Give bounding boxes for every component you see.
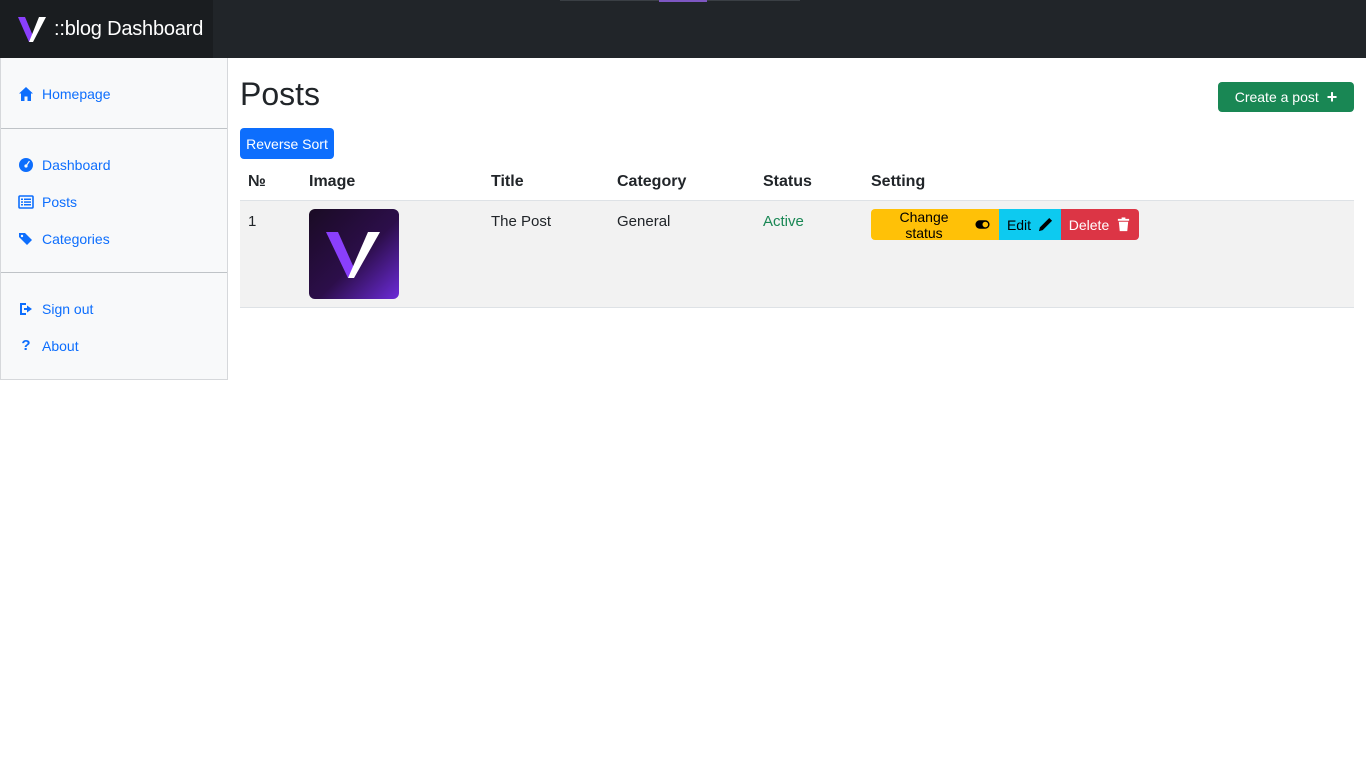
delete-label: Delete (1068, 216, 1110, 233)
reverse-sort-button[interactable]: Reverse Sort (240, 128, 334, 159)
trash-icon (1116, 217, 1131, 232)
sidebar: Homepage Dashboard Posts Categories Sign… (0, 58, 228, 380)
sidebar-item-label: About (42, 337, 79, 354)
sidebar-item-dashboard[interactable]: Dashboard (17, 146, 211, 183)
tags-icon (17, 230, 35, 248)
post-title: The Post (483, 200, 609, 308)
sidebar-item-posts[interactable]: Posts (17, 183, 211, 220)
create-post-button[interactable]: Create a post + (1218, 82, 1354, 112)
post-actions: Change status Edit Delete (863, 200, 1354, 308)
list-icon (17, 193, 35, 211)
status-badge: Active (763, 212, 804, 230)
edit-label: Edit (1006, 216, 1032, 233)
post-status: Active (755, 200, 863, 308)
sidebar-group-home: Homepage (1, 58, 227, 128)
sidebar-item-label: Categories (42, 230, 110, 247)
change-status-button[interactable]: Change status (871, 208, 999, 241)
question-icon: ? (21, 337, 31, 354)
post-number: 1 (240, 200, 301, 308)
sidebar-item-label: Homepage (42, 86, 111, 102)
sidebar-item-label: Sign out (42, 300, 94, 317)
sidebar-item-homepage[interactable]: Homepage (17, 75, 211, 113)
gauge-icon (17, 156, 35, 174)
column-header-title: Title (483, 164, 609, 201)
column-header-category: Category (609, 164, 755, 201)
posts-table: № Image Title Category Status Setting 1 (240, 164, 1354, 308)
delete-button[interactable]: Delete (1061, 209, 1139, 240)
brand[interactable]: ::blog Dashboard (0, 0, 213, 58)
edit-button[interactable]: Edit (999, 209, 1061, 240)
brand-title: ::blog Dashboard (54, 17, 204, 40)
post-thumbnail (309, 208, 399, 299)
plus-icon: + (1326, 87, 1338, 107)
post-category: General (609, 200, 755, 308)
action-button-group: Change status Edit Delete (871, 208, 1139, 241)
create-post-label: Create a post (1234, 89, 1319, 105)
page-title: Posts (240, 76, 321, 112)
table-row: 1 The Post General Active Change status … (240, 200, 1354, 308)
sidebar-item-label: Dashboard (42, 156, 111, 173)
change-status-label: Change status (899, 208, 949, 241)
toggle-icon (975, 217, 990, 232)
nav-active-indicator (659, 0, 707, 2)
v-logo-icon (16, 14, 48, 44)
column-header-image: Image (301, 164, 483, 201)
sidebar-item-categories[interactable]: Categories (17, 220, 211, 257)
sidebar-item-about[interactable]: ? About (17, 327, 211, 364)
sidebar-item-sign-out[interactable]: Sign out (17, 290, 211, 327)
sidebar-item-label: Posts (42, 193, 78, 210)
table-header-row: № Image Title Category Status Setting (240, 164, 1354, 201)
sidebar-group-account: Sign out ? About (1, 272, 227, 374)
post-image-cell (301, 200, 483, 308)
home-icon (17, 85, 35, 103)
v-logo-icon (326, 231, 380, 278)
pencil-icon (1038, 217, 1053, 232)
column-header-number: № (240, 164, 301, 201)
sidebar-group-main: Dashboard Posts Categories (1, 128, 227, 272)
top-navbar: ::blog Dashboard (0, 0, 1366, 58)
column-header-setting: Setting (863, 164, 1354, 201)
column-header-status: Status (755, 164, 863, 201)
sign-out-icon (17, 300, 35, 318)
